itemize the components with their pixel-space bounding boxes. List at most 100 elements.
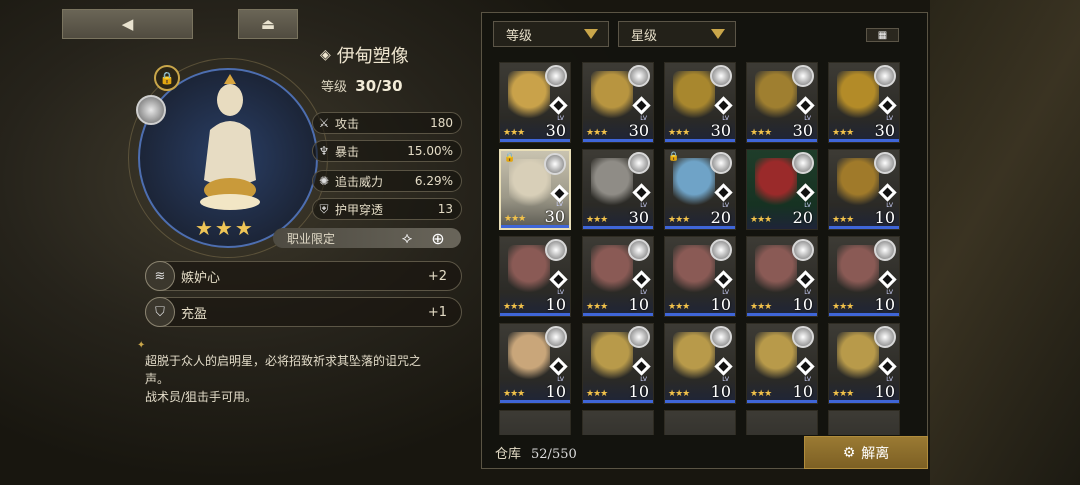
rarity-bar <box>829 226 899 229</box>
item-stars: ★★★ <box>586 302 608 312</box>
sparkle-icon: ✦ <box>137 340 146 351</box>
character-avatar <box>874 152 896 174</box>
item-level: 10 <box>545 295 566 314</box>
armor-pierce-icon: ⛨ <box>319 201 329 216</box>
lock-icon[interactable]: 🔒 <box>154 65 180 91</box>
skill-shield-icon: ⛉ <box>145 297 175 327</box>
stat-value: 13 <box>437 202 453 216</box>
inventory-grid: LV ★★★ 30 LV ★★★ 30 LV ★★★ 30 LV ★★★ 30 LV ★★★ 30 LV ★★★… <box>493 59 907 435</box>
character-avatar <box>545 65 567 87</box>
character-avatar <box>545 239 567 261</box>
inventory-slot[interactable]: LV ★★★ 10 <box>499 323 571 404</box>
character-avatar <box>874 65 896 87</box>
item-level: 20 <box>710 208 731 227</box>
item-level: 10 <box>792 382 813 401</box>
description-line: 声。 <box>145 372 170 386</box>
class-diamond-icon <box>796 357 815 376</box>
character-avatar <box>710 152 732 174</box>
class-diamond-icon <box>796 270 815 289</box>
inventory-slot[interactable]: LV ★★★ 10 <box>664 323 736 404</box>
item-title: ◈ 伊甸塑像 <box>320 42 409 68</box>
inventory-slot[interactable]: LV ★★★ 30 🔒 <box>499 149 571 230</box>
item-stars: ★★★ <box>195 216 255 240</box>
item-thumbnail <box>673 158 715 208</box>
character-avatar <box>710 65 732 87</box>
inventory-slot[interactable]: LV ★★★ 30 <box>582 62 654 143</box>
item-thumbnail <box>755 158 797 208</box>
item-thumbnail <box>837 245 879 295</box>
class-diamond-icon <box>796 183 815 202</box>
class-tactician-icon[interactable]: ⟡ <box>397 228 417 248</box>
statue-image <box>200 74 260 210</box>
item-stars: ★★★ <box>832 389 854 399</box>
inventory-slot[interactable]: LV ★★★ 10 <box>746 236 818 317</box>
grid-view-button[interactable]: ▦ <box>866 28 899 42</box>
inventory-slot[interactable]: LV ★★★ 10 <box>828 149 900 230</box>
skill-fullness[interactable]: ⛉ 充盈 +1 <box>145 297 462 327</box>
skill-envy[interactable]: ≋ 嫉妒心 +2 <box>145 261 462 291</box>
item-stars: ★★★ <box>668 389 690 399</box>
item-stars: ★★★ <box>504 214 526 224</box>
filter-label: 等级 <box>506 28 533 44</box>
lock-icon: 🔒 <box>668 152 680 162</box>
rarity-bar <box>747 400 817 403</box>
inventory-slot[interactable] <box>828 410 900 435</box>
character-avatar <box>792 239 814 261</box>
character-avatar <box>628 239 650 261</box>
back-button[interactable]: ◀ <box>62 9 193 39</box>
inventory-slot[interactable]: LV ★★★ 30 <box>582 149 654 230</box>
item-thumbnail <box>837 71 879 121</box>
inventory-slot[interactable]: LV ★★★ 10 <box>499 236 571 317</box>
inventory-slot[interactable]: LV ★★★ 10 <box>746 323 818 404</box>
rarity-bar <box>583 400 653 403</box>
skill-value: +1 <box>427 304 447 320</box>
class-sniper-icon[interactable]: ⊕ <box>428 228 448 248</box>
rarity-bar <box>500 400 570 403</box>
item-level: 30 <box>628 208 649 227</box>
inventory-slot[interactable]: LV ★★★ 10 <box>582 323 654 404</box>
inventory-slot[interactable] <box>499 410 571 435</box>
inventory-slot[interactable]: LV ★★★ 10 <box>664 236 736 317</box>
stat-attack: ⚔ 攻击 180 <box>312 112 462 134</box>
dismantle-button[interactable]: ⚙ 解离 <box>804 436 928 469</box>
inventory-slot[interactable]: LV ★★★ 30 <box>664 62 736 143</box>
home-button[interactable]: ⏏ <box>238 9 298 39</box>
level-filter-dropdown[interactable]: 等级 <box>493 21 609 47</box>
item-name: 伊甸塑像 <box>336 46 409 67</box>
inventory-slot[interactable]: LV ★★★ 10 <box>828 236 900 317</box>
item-stars: ★★★ <box>668 215 690 225</box>
item-level: 30 <box>792 121 813 140</box>
inventory-slot[interactable]: LV ★★★ 30 <box>746 62 818 143</box>
stat-value: 6.29% <box>414 174 453 188</box>
item-level: 10 <box>874 382 895 401</box>
item-thumbnail <box>591 71 633 121</box>
item-level: 10 <box>628 382 649 401</box>
inventory-slot[interactable]: LV ★★★ 30 <box>499 62 571 143</box>
star-filter-dropdown[interactable]: 星级 <box>618 21 736 47</box>
inventory-slot[interactable]: LV ★★★ 20 🔒 <box>664 149 736 230</box>
character-avatar <box>792 326 814 348</box>
rarity-bar <box>665 226 735 229</box>
rarity-bar <box>747 313 817 316</box>
inventory-slot[interactable]: LV ★★★ 10 <box>582 236 654 317</box>
item-level: 30 <box>628 121 649 140</box>
level-label: 等级 <box>321 80 348 95</box>
item-stars: ★★★ <box>750 128 772 138</box>
rarity-bar <box>665 139 735 142</box>
inventory-slot[interactable] <box>664 410 736 435</box>
stat-value: 15.00% <box>407 144 453 158</box>
inventory-slot[interactable] <box>746 410 818 435</box>
class-diamond-icon <box>878 96 897 115</box>
inventory-slot[interactable]: LV ★★★ 20 <box>746 149 818 230</box>
inventory-slot[interactable]: LV ★★★ 30 <box>828 62 900 143</box>
inventory-slot[interactable] <box>582 410 654 435</box>
inventory-slot[interactable]: LV ★★★ 10 <box>828 323 900 404</box>
dropdown-arrow-icon <box>584 29 598 39</box>
character-avatar <box>136 95 166 125</box>
item-level: 10 <box>874 208 895 227</box>
item-level: 10 <box>710 295 731 314</box>
item-thumbnail <box>508 245 550 295</box>
item-thumbnail <box>673 332 715 382</box>
class-diamond-icon <box>878 183 897 202</box>
class-diamond-icon <box>632 270 651 289</box>
